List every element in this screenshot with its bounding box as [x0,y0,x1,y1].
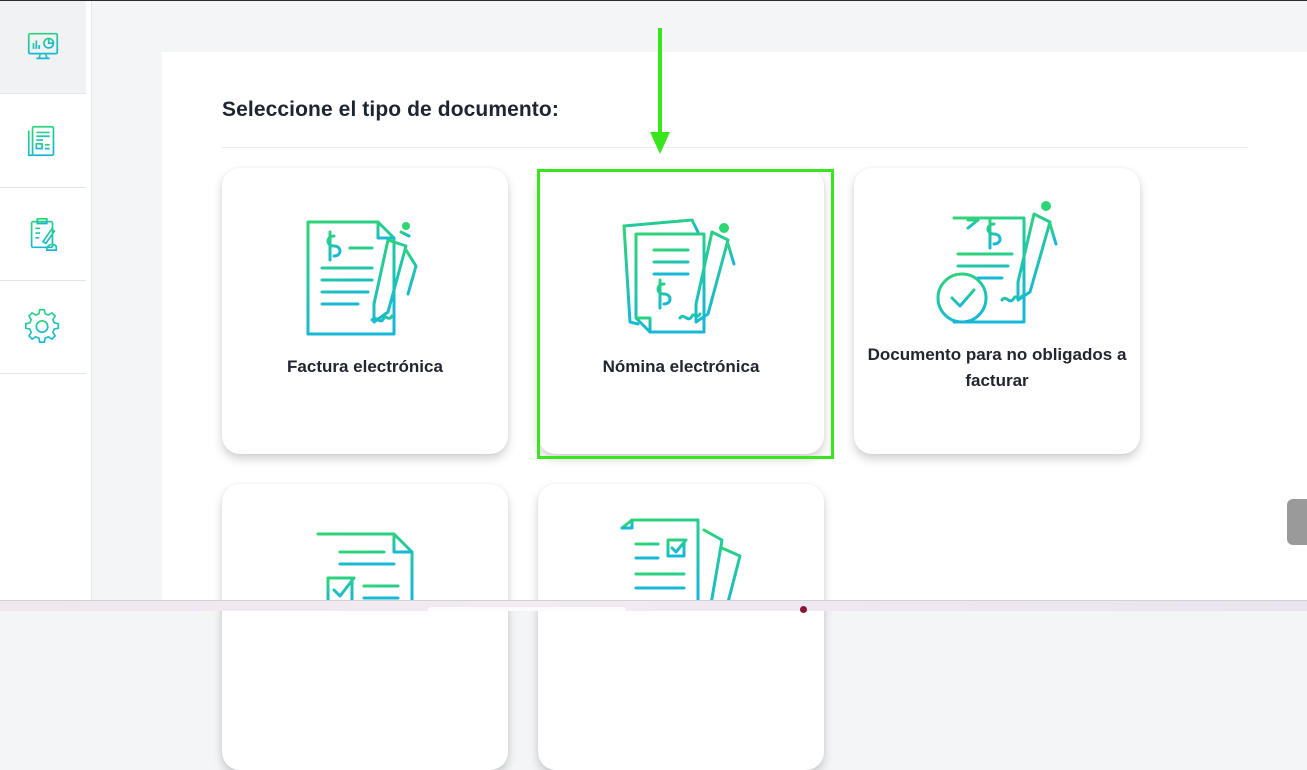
sidebar-item-reports[interactable] [0,188,86,281]
reports-clipboard-icon [30,217,58,252]
card-label: Documento para no obligados a facturar [867,345,1127,390]
documents-list-icon [27,125,55,157]
invoice-signature-icon [306,220,418,336]
signed-document-check-icon [936,201,1058,324]
title-divider [222,147,1248,148]
taskbar-tab[interactable] [428,607,626,611]
card-documento-no-obligados[interactable]: Documento para no obligados a facturar [854,168,1140,454]
card-document-checkbox[interactable] [222,484,508,770]
card-stacked-documents[interactable] [538,484,824,770]
card-nomina-electronica[interactable]: Nómina electrónica [538,168,824,454]
dashboard-monitor-icon [27,32,59,60]
window-top-edge [0,0,1307,1]
card-factura-electronica[interactable]: Factura electrónica [222,168,508,454]
card-label: Factura electrónica [287,357,443,376]
taskbar-edge [0,600,1307,613]
sidebar [0,1,92,601]
arrow-down-icon [650,28,670,154]
card-label: Nómina electrónica [602,357,760,376]
page-title: Seleccione el tipo de documento: [222,98,559,121]
document-checkbox-icon [316,532,414,610]
scrollbar-thumb[interactable] [1287,499,1307,545]
sidebar-item-settings[interactable] [0,281,86,374]
sidebar-item-dashboard[interactable] [0,1,86,94]
sidebar-item-documents[interactable] [0,95,86,188]
stacked-documents-check-icon [620,518,742,610]
gear-icon [24,308,60,344]
payroll-documents-icon [622,218,736,334]
